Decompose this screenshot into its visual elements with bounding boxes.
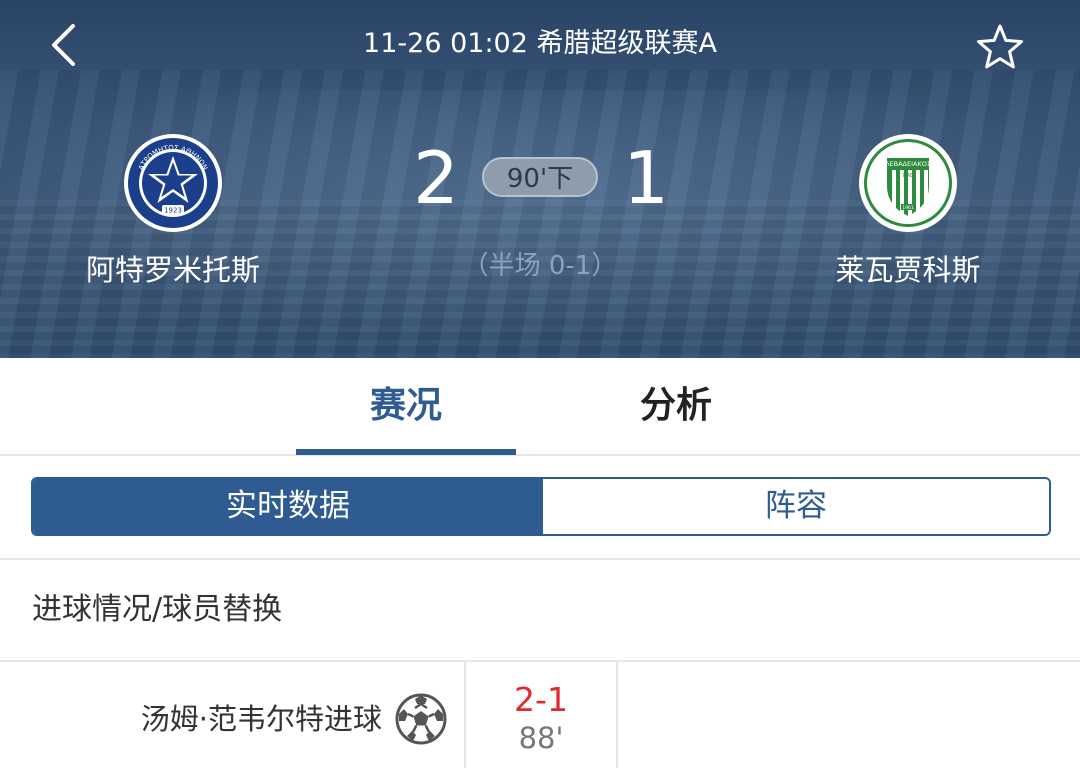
section-title: 进球情况/球员替换 [32,592,283,627]
match-status-badge: 90'下 [482,157,598,197]
levadiakos-crest-icon: ΛΕΒΑΔΕΙΑΚΟΣ ΠΑΕ 1961 [860,135,956,231]
event-score: 2-1 [514,680,568,719]
halftime-score: （半场 0-1） [462,251,618,281]
svg-text:1923: 1923 [164,207,182,215]
favorite-button[interactable] [975,22,1025,72]
chevron-left-icon [52,24,75,66]
divider [0,660,1080,662]
star-outline-icon [977,24,1023,69]
match-title: 11-26 01:02 希腊超级联赛A [363,28,717,59]
svg-text:1961: 1961 [902,205,914,211]
column-divider [616,662,618,768]
back-button[interactable] [40,20,90,70]
away-team-name[interactable]: 莱瓦贾科斯 [758,250,1058,290]
tab-live[interactable]: 赛况 [296,358,516,454]
segment-live-data[interactable]: 实时数据 [33,479,543,534]
tabs-divider [0,454,1080,456]
soccer-ball-icon [394,692,448,746]
home-score: 2 [413,136,459,220]
tab-analysis[interactable]: 分析 [566,358,786,454]
event-minute: 88' [518,721,564,755]
active-tab-indicator [296,449,516,455]
data-segment-control: 实时数据 阵容 [31,477,1051,536]
svg-text:ΠΑΕ: ΠΑΕ [903,173,913,179]
event-description: 汤姆·范韦尔特进球 [140,702,382,736]
home-team-logo[interactable]: 1923 ΑΤΡΟΜΗΤΟΣ ΑΘΗΝΩΝ [124,134,222,232]
segment-lineup[interactable]: 阵容 [543,479,1049,534]
home-team-name[interactable]: 阿特罗米托斯 [23,250,323,290]
away-score: 1 [623,136,669,220]
svg-text:ΛΕΒΑΔΕΙΑΚΟΣ: ΛΕΒΑΔΕΙΑΚΟΣ [885,160,931,168]
main-tabs: 赛况 分析 [0,358,1080,454]
away-team-logo[interactable]: ΛΕΒΑΔΕΙΑΚΟΣ ΠΑΕ 1961 [859,134,957,232]
atromitos-crest-icon: 1923 ΑΤΡΟΜΗΤΟΣ ΑΘΗΝΩΝ [125,135,221,231]
divider [0,558,1080,560]
